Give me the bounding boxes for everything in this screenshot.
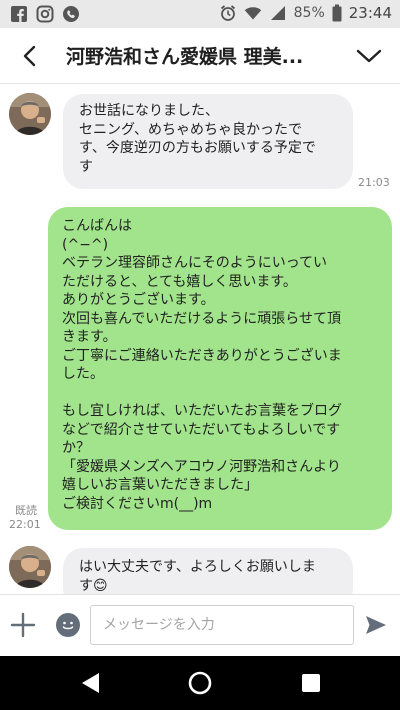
avatar-photo xyxy=(9,546,51,588)
avatar-photo xyxy=(9,93,51,135)
contact-avatar[interactable] xyxy=(9,546,51,588)
incoming-message-bubble[interactable]: はい大丈夫です、よろしくお願いしま す😊 xyxy=(63,548,353,594)
outgoing-message-bubble[interactable]: こんばんは (^−^) ベテラン理容師さんにそのようにいってい ただけると、とて… xyxy=(48,207,392,530)
facebook-icon xyxy=(11,6,27,22)
read-receipt: 既読 xyxy=(15,504,37,517)
send-icon[interactable] xyxy=(364,613,388,637)
incoming-message-bubble[interactable]: お世話になりました、 セニング、めちゃめちゃ良かったで す、今度逆刃の方もお願い… xyxy=(63,94,353,189)
plus-icon[interactable] xyxy=(10,612,36,638)
chat-message-list[interactable]: お世話になりました、 セニング、めちゃめちゃ良かったで す、今度逆刃の方もお願い… xyxy=(0,84,400,594)
clock: 23:44 xyxy=(348,4,392,22)
message-composer xyxy=(0,594,400,656)
message-timestamp: 22:01 xyxy=(9,518,41,531)
chat-header: 河野浩和さん愛媛県 理美... xyxy=(0,28,400,84)
nav-recent-apps-icon[interactable] xyxy=(302,674,320,692)
message-input[interactable] xyxy=(90,605,354,645)
phone-call-icon xyxy=(63,6,79,22)
status-bar-notifications xyxy=(10,5,80,23)
instagram-icon xyxy=(36,5,54,23)
status-bar-system: 85% 23:44 xyxy=(219,4,392,22)
contact-avatar[interactable] xyxy=(9,93,51,135)
battery-percent: 85% xyxy=(293,5,325,21)
emoji-icon[interactable] xyxy=(56,613,80,637)
chevron-down-icon[interactable] xyxy=(356,46,382,66)
navigation-bar xyxy=(0,656,400,710)
nav-back-icon[interactable] xyxy=(80,672,100,694)
wifi-icon xyxy=(244,7,261,20)
status-bar: 85% 23:44 xyxy=(0,0,400,28)
chat-title[interactable]: 河野浩和さん愛媛県 理美... xyxy=(66,42,336,69)
cell-signal-icon xyxy=(270,6,285,20)
smiley-face-icon xyxy=(62,621,74,630)
message-timestamp: 21:03 xyxy=(358,176,390,189)
alarm-icon xyxy=(220,5,235,21)
nav-home-icon[interactable] xyxy=(188,671,212,695)
back-arrow-icon[interactable] xyxy=(18,44,42,68)
battery-icon xyxy=(332,4,342,22)
